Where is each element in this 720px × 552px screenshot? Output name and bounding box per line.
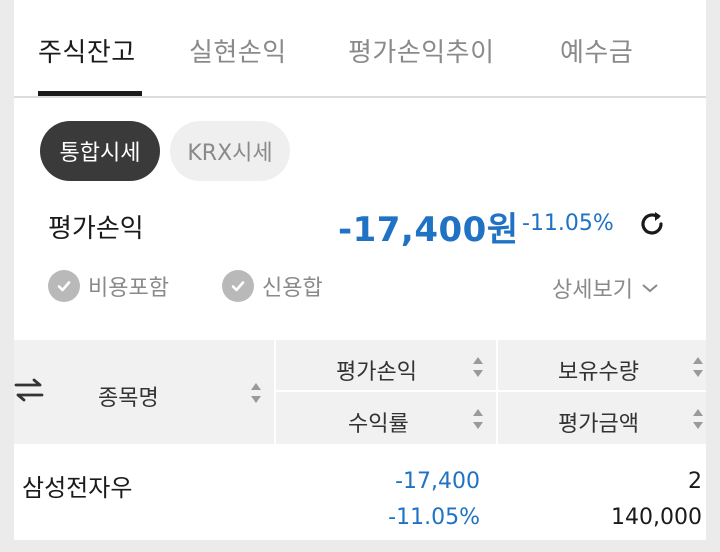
credit-sum-label: 신용합 bbox=[262, 276, 323, 301]
header-quantity[interactable]: 보유수량 bbox=[558, 354, 639, 386]
header-profit[interactable]: 평가손익 bbox=[336, 354, 417, 386]
header-row-divider bbox=[276, 390, 706, 392]
row-profit: -17,400 bbox=[395, 469, 480, 494]
credit-sum-toggle[interactable]: 신용합 bbox=[222, 270, 323, 302]
balance-panel: 주식잔고 실현손익 평가손익추이 예수금 통합시세 KRX시세 평가손익 -17… bbox=[14, 0, 706, 540]
summary-rate: -11.05% bbox=[522, 211, 614, 236]
swap-columns-icon[interactable] bbox=[14, 378, 44, 402]
sort-icon[interactable] bbox=[692, 356, 704, 378]
integrated-price-button[interactable]: 통합시세 bbox=[40, 121, 160, 181]
tab-deposit[interactable]: 예수금 bbox=[560, 32, 633, 69]
check-icon bbox=[222, 270, 254, 302]
tab-valuation-trend[interactable]: 평가손익추이 bbox=[348, 32, 495, 69]
row-rate: -11.05% bbox=[388, 505, 480, 530]
detail-view-label: 상세보기 bbox=[552, 278, 633, 303]
tab-bar: 주식잔고 실현손익 평가손익추이 예수금 bbox=[14, 0, 706, 98]
stock-name: 삼성전자우 bbox=[22, 474, 133, 502]
tab-realized-profit[interactable]: 실현손익 bbox=[189, 32, 287, 69]
include-fees-toggle[interactable]: 비용포함 bbox=[48, 270, 169, 302]
header-divider bbox=[496, 340, 498, 444]
header-value[interactable]: 평가금액 bbox=[558, 406, 639, 438]
row-value: 140,000 bbox=[611, 505, 702, 530]
sort-icon[interactable] bbox=[250, 382, 262, 404]
krx-price-button[interactable]: KRX시세 bbox=[170, 121, 290, 181]
chevron-down-icon bbox=[642, 284, 658, 293]
sort-icon[interactable] bbox=[472, 408, 484, 430]
header-rate[interactable]: 수익률 bbox=[348, 406, 409, 438]
summary-amount: -17,400원 bbox=[338, 210, 519, 250]
row-quantity: 2 bbox=[688, 469, 702, 494]
sort-icon[interactable] bbox=[692, 408, 704, 430]
check-icon bbox=[48, 270, 80, 302]
refresh-icon[interactable] bbox=[634, 206, 670, 242]
include-fees-label: 비용포함 bbox=[88, 276, 169, 301]
summary-label: 평가손익 bbox=[48, 214, 144, 244]
tab-stock-balance[interactable]: 주식잔고 bbox=[38, 32, 136, 69]
sort-icon[interactable] bbox=[472, 356, 484, 378]
active-tab-indicator bbox=[38, 91, 142, 96]
header-name[interactable]: 종목명 bbox=[98, 380, 159, 412]
header-divider bbox=[274, 340, 276, 444]
detail-view-link[interactable]: 상세보기 bbox=[552, 272, 659, 304]
